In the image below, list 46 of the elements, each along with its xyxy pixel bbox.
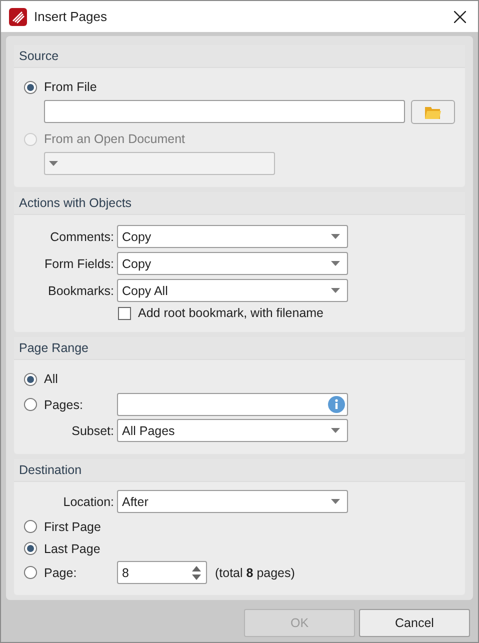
dialog-button[interactable]: Cancel: [359, 609, 470, 637]
field-label: Location:: [62, 494, 114, 508]
folder-icon: [425, 106, 442, 118]
checkbox[interactable]: [118, 306, 131, 320]
section-header: Actions with Objects: [14, 192, 465, 215]
caret-icon: [331, 428, 340, 433]
radio-label: First Page: [44, 520, 101, 534]
spinner-arrows-icon: [192, 566, 201, 580]
radio-button[interactable]: [24, 398, 37, 411]
radio-button[interactable]: [24, 542, 37, 555]
radio-label: Page:: [44, 566, 77, 580]
caret-icon: [49, 161, 58, 166]
caret-icon: [331, 288, 340, 293]
checkbox-label: Add root bookmark, with filename: [138, 306, 324, 320]
page-number-spinner[interactable]: 8: [117, 561, 207, 584]
dropdown[interactable]: Copy: [117, 225, 348, 248]
section-header: Page Range: [14, 337, 465, 360]
radio-button[interactable]: [24, 566, 37, 579]
field-label: Subset:: [70, 424, 114, 438]
caret-icon: [331, 499, 340, 504]
radio-button[interactable]: [24, 80, 37, 94]
dropdown[interactable]: Copy All: [117, 279, 348, 302]
app-logo-icon: [9, 8, 27, 26]
pages-field[interactable]: [117, 393, 348, 416]
caret-icon: [331, 261, 340, 266]
window-title: Insert Pages: [34, 9, 108, 24]
field-label: Comments:: [49, 230, 114, 244]
field-label: Bookmarks:: [47, 284, 114, 298]
radio-label: From an Open Document: [44, 132, 186, 146]
section-header: Source: [14, 45, 465, 68]
dropdown[interactable]: Copy: [117, 252, 348, 275]
radio-label: From File: [44, 80, 97, 94]
total-pages-text: (total 8 pages): [215, 566, 295, 580]
subset-dropdown[interactable]: All Pages: [117, 419, 348, 442]
radio-label: Last Page: [44, 542, 100, 556]
close-icon[interactable]: [454, 10, 466, 22]
radio-button[interactable]: [24, 520, 37, 533]
file-path-field[interactable]: [44, 100, 406, 123]
radio-label: Pages:: [44, 398, 83, 412]
info-icon: [328, 396, 345, 413]
field-label: Form Fields:: [44, 256, 114, 270]
radio-button[interactable]: [24, 372, 37, 386]
section-header: Destination: [14, 459, 465, 482]
caret-icon: [331, 234, 340, 239]
radio-label: All: [44, 372, 58, 386]
location-dropdown[interactable]: After: [117, 490, 348, 513]
